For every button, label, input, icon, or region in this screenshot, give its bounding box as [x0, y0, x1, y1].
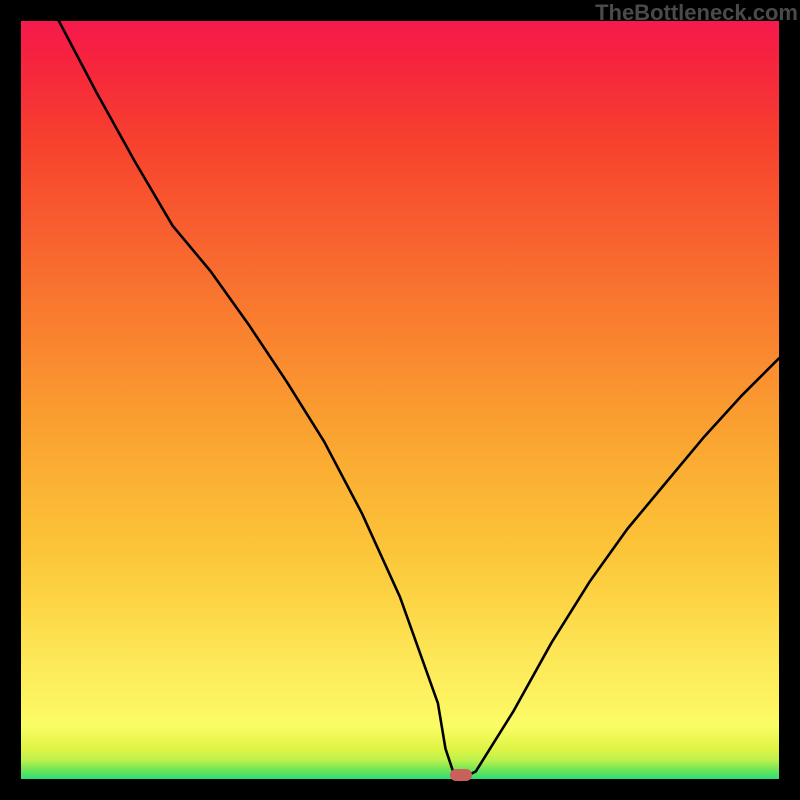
watermark-text: TheBottleneck.com: [595, 0, 798, 26]
bottleneck-curve: [21, 21, 779, 779]
optimum-marker: [450, 769, 472, 781]
chart-frame: TheBottleneck.com: [0, 0, 800, 800]
